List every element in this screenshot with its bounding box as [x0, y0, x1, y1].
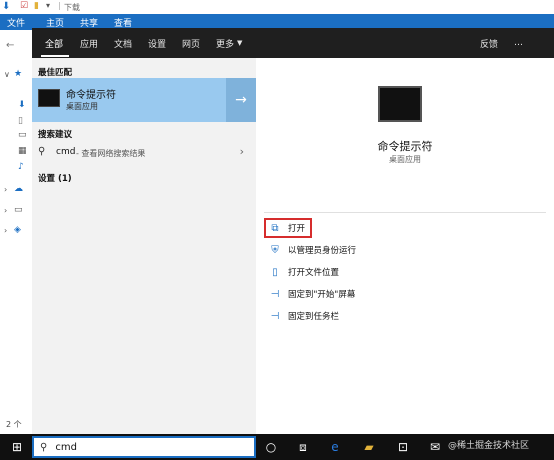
explorer-statusbar: 2 个	[0, 414, 32, 434]
tab-more[interactable]: 更多 ▼	[216, 28, 242, 58]
best-match-item[interactable]: 命令提示符 桌面应用 →	[32, 78, 256, 122]
taskbar-search-box[interactable]: ⚲	[32, 436, 256, 458]
feedback-button[interactable]: 反馈	[480, 28, 498, 58]
active-tab-indicator	[41, 55, 69, 57]
expand-onedrive-icon[interactable]: ›	[4, 185, 7, 194]
this-pc-icon[interactable]: ▭	[14, 205, 23, 215]
action-open-label: 打开	[288, 224, 306, 234]
search-topbar: 全部 应用 文档 设置 网页 更多 ▼ 反馈 …	[32, 28, 554, 58]
chevron-down-icon: ▼	[237, 39, 243, 47]
tab-documents[interactable]: 文档	[114, 28, 132, 58]
cortana-icon[interactable]: ○	[258, 434, 284, 460]
explorer-title-separator: |	[58, 1, 61, 10]
pin-taskbar-icon: ⊣	[270, 310, 280, 322]
tab-settings[interactable]: 设置	[148, 28, 166, 58]
settings-section-heading[interactable]: 设置 (1)	[38, 172, 72, 184]
action-open[interactable]: ⧉ 打开	[268, 218, 305, 238]
network-icon[interactable]: ◈	[14, 225, 21, 235]
ribbon-tab-file[interactable]: 文件	[0, 14, 32, 30]
file-explorer-icon[interactable]: ▰	[356, 434, 382, 460]
search-icon: ⚲	[38, 146, 46, 157]
item-count: 2 个	[6, 420, 22, 429]
action-open-file-location-label: 打开文件位置	[288, 268, 340, 278]
mail-icon[interactable]: ✉	[422, 434, 448, 460]
action-run-as-admin-label: 以管理员身份运行	[288, 246, 357, 256]
quick-access-check-icon[interactable]: ☑	[20, 1, 28, 11]
preview-title: 命令提示符	[377, 140, 433, 153]
preview-subtitle: 桌面应用	[389, 155, 421, 164]
action-pin-to-start[interactable]: ⊣ 固定到"开始"屏幕	[268, 284, 356, 304]
results-column: 最佳匹配 命令提示符 桌面应用 → 搜索建议 ⚲ cmd - 查看网络搜索结果 …	[32, 58, 256, 434]
pin-icon: ⊣	[270, 288, 280, 300]
tab-apps[interactable]: 应用	[80, 28, 98, 58]
expand-network-icon[interactable]: ›	[4, 226, 7, 235]
desktop-icon[interactable]: ▦	[18, 146, 27, 156]
preview-divider	[264, 212, 546, 213]
task-view-icon[interactable]: ⧈	[290, 434, 316, 460]
best-match-heading: 最佳匹配	[38, 68, 73, 78]
open-icon: ⧉	[271, 222, 279, 234]
action-pin-to-start-label: 固定到"开始"屏幕	[288, 290, 356, 300]
cmd-app-icon	[38, 89, 60, 107]
action-pin-to-taskbar[interactable]: ⊣ 固定到任务栏	[268, 306, 339, 326]
tab-more-label: 更多	[216, 39, 235, 50]
pictures-icon[interactable]: ▭	[18, 130, 27, 140]
action-open-file-location[interactable]: ▯ 打开文件位置	[268, 262, 339, 282]
quick-access-dropdown-icon[interactable]: ▾	[46, 1, 50, 10]
shield-icon: ⛨	[271, 244, 279, 256]
tab-web[interactable]: 网页	[182, 28, 200, 58]
action-run-as-admin[interactable]: ⛨ 以管理员身份运行	[268, 240, 356, 260]
search-panel: 全部 应用 文档 设置 网页 更多 ▼ 反馈 … 最佳匹配 命令提示符 桌面应用…	[32, 28, 554, 434]
action-pin-to-taskbar-label: 固定到任务栏	[288, 312, 340, 322]
more-options-icon[interactable]: …	[514, 28, 523, 58]
onedrive-icon[interactable]: ☁	[14, 184, 23, 194]
web-search-suggestion[interactable]: ⚲ cmd - 查看网络搜索结果 ›	[32, 142, 256, 164]
downloads-icon[interactable]: ⬇	[18, 100, 26, 110]
edge-browser-icon[interactable]: e	[322, 434, 348, 460]
tab-all[interactable]: 全部	[45, 28, 63, 58]
preview-pane: 命令提示符 桌面应用 ⧉ 打开 ⛨ 以管理员身份运行 ▯ 打开文件位置 ⊣ 固定…	[256, 58, 554, 434]
watermark: @稀土掘金技术社区	[448, 441, 530, 451]
quick-access-down-icon[interactable]: ⬇	[2, 1, 10, 12]
chevron-right-icon: ›	[239, 145, 244, 158]
quick-access-folder-icon[interactable]: ▮	[34, 1, 39, 11]
explorer-nav-pane: ← ∨ ★ ⬇ ▯ ▭ ▦ ♪ › ☁ › ▭ › ◈	[0, 30, 32, 436]
back-arrow-icon[interactable]: ←	[6, 40, 14, 51]
explorer-titlebar: ⬇ ☑ ▮ ▾ | 下载	[0, 0, 554, 14]
cmd-large-icon	[378, 86, 422, 122]
taskbar-search-icon: ⚲	[40, 441, 48, 453]
open-preview-arrow-icon[interactable]: →	[226, 78, 256, 122]
explorer-title: 下载	[64, 3, 80, 12]
document-icon[interactable]: ▯	[18, 116, 23, 126]
best-match-subtitle: 桌面应用	[66, 102, 98, 111]
music-icon[interactable]: ♪	[18, 162, 24, 172]
search-suggestions-heading: 搜索建议	[38, 130, 73, 140]
expand-quick-access-icon[interactable]: ∨	[4, 70, 10, 79]
store-icon[interactable]: ⊡	[390, 434, 416, 460]
windows-start-icon[interactable]: ⊞	[4, 434, 30, 460]
suggestion-query: cmd	[56, 147, 76, 157]
folder-location-icon: ▯	[272, 266, 278, 278]
star-icon: ★	[14, 69, 23, 79]
best-match-title: 命令提示符	[66, 90, 116, 101]
expand-this-pc-icon[interactable]: ›	[4, 206, 7, 215]
search-input[interactable]	[53, 440, 238, 454]
suggestion-hint: - 查看网络搜索结果	[76, 149, 146, 158]
